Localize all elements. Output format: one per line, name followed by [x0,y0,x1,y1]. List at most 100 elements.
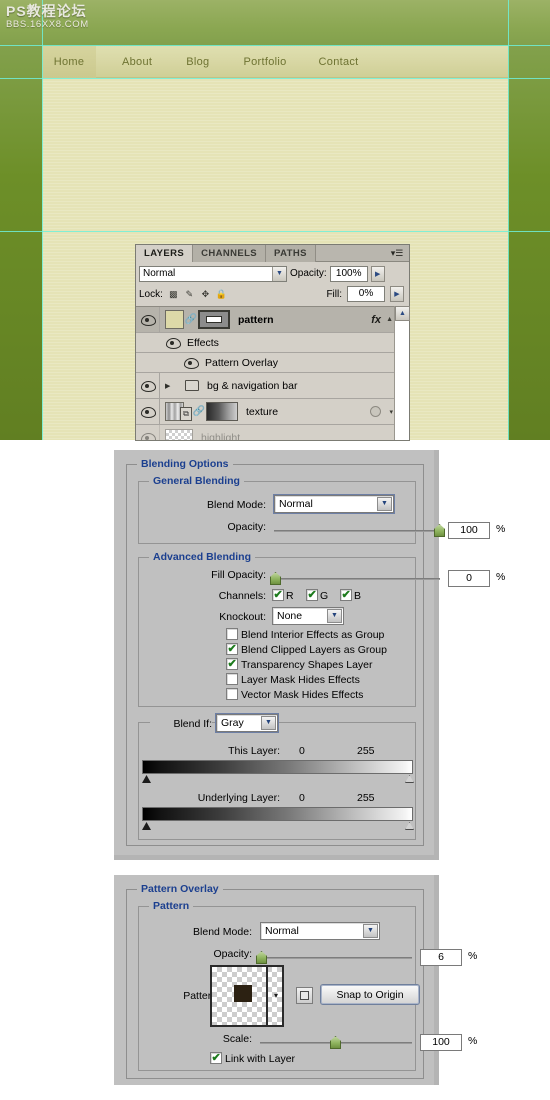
tab-channels[interactable]: CHANNELS [193,245,267,262]
layer-visibility-toggle[interactable] [136,425,160,440]
channel-b-checkbox[interactable] [340,588,352,601]
underlying-layer-min: 0 [299,792,305,804]
transparency-shapes-layer-checkbox[interactable] [226,657,238,670]
chevron-down-icon[interactable]: ▾ [274,991,278,1000]
pattern-swatch-preview[interactable] [210,965,284,1027]
layers-panel-scrollbar[interactable]: ▲ [394,306,410,440]
eye-icon [141,407,156,418]
opacity-slider-track[interactable] [260,957,412,959]
eye-icon[interactable] [166,338,181,349]
underlying-layer-max: 255 [357,792,375,804]
opacity-slider-arrow-icon[interactable]: ▶ [370,265,385,282]
chevron-down-icon[interactable]: ▾ [389,408,393,416]
chevron-down-icon[interactable]: ▼ [377,497,392,511]
blend-interior-effects-checkbox[interactable] [226,628,238,640]
layer-name[interactable]: pattern [230,314,274,326]
new-preset-icon[interactable] [296,987,313,1004]
chevron-right-icon[interactable]: ▶ [165,382,177,390]
layer-mask-hides-effects-checkbox[interactable] [226,673,238,685]
layer-name[interactable]: texture [238,406,278,418]
table-row[interactable]: Pattern Overlay [136,353,409,373]
fill-input[interactable]: 0% [347,286,385,302]
layer-thumbnail[interactable] [165,310,184,329]
opacity-input[interactable]: 100% [329,265,368,282]
layer-fx-icon[interactable]: fx [371,314,381,326]
move-lock-icon[interactable]: ✥ [200,288,211,300]
group-visibility-toggle[interactable] [136,373,160,398]
blend-mode-select[interactable]: Normal ▼ [260,922,380,940]
fill-slider-arrow-icon[interactable]: ▶ [390,286,404,302]
mockup-nav-item-blog[interactable]: Blog [162,46,219,78]
layer-visibility-toggle[interactable] [136,399,160,424]
layer-visibility-toggle[interactable] [136,307,160,332]
eye-icon[interactable] [184,358,199,369]
layer-group-name[interactable]: bg & navigation bar [199,380,297,392]
layer-mask-thumbnail[interactable] [198,310,230,329]
table-row[interactable]: highlight [136,425,409,440]
chevron-down-icon[interactable]: ▼ [363,924,378,938]
chevron-down-icon[interactable]: ▼ [272,266,286,281]
effect-visibility-toggle[interactable] [136,353,160,372]
layer-mask-thumbnail[interactable] [206,402,238,421]
this-layer-label: This Layer: [228,745,280,757]
general-blending-title: General Blending [149,475,244,487]
transparency-lock-icon[interactable]: ▩ [168,288,179,300]
fill-opacity-input[interactable]: 0 [448,570,490,587]
layer-thumbnail[interactable] [165,429,193,440]
opacity-input[interactable]: 100 [448,522,490,539]
channel-r-checkbox[interactable] [272,588,284,601]
tab-paths[interactable]: PATHS [266,245,316,262]
snap-to-origin-button[interactable]: Snap to Origin [320,984,420,1005]
mockup-nav-item-contact[interactable]: Contact [297,46,369,78]
chevron-up-icon[interactable]: ▲ [386,316,393,323]
folder-icon [185,380,199,391]
blend-mode-select[interactable]: Normal ▼ [273,494,395,514]
channels-label: Channels: [218,590,266,602]
blend-mode-select[interactable]: Normal ▼ [139,265,287,282]
channel-g-checkbox[interactable] [306,588,318,601]
fill-opacity-label: Fill Opacity: [211,569,266,581]
blend-clipped-layers-checkbox[interactable] [226,642,238,655]
chevron-down-icon[interactable]: ▼ [261,716,276,730]
table-row[interactable]: ▶ bg & navigation bar [136,373,409,399]
opacity-slider-track[interactable] [274,530,440,532]
scale-input[interactable]: 100 [420,1034,462,1051]
chevron-down-icon[interactable]: ▼ [327,609,342,623]
panel-menu-icon[interactable]: ▾☰ [388,247,406,260]
brush-lock-icon[interactable]: ✎ [184,288,195,300]
effects-visibility-toggle[interactable] [136,333,160,352]
lock-all-icon[interactable]: 🔒 [216,288,227,300]
fill-opacity-slider-track[interactable] [274,578,440,580]
mockup-nav-item-about[interactable]: About [96,46,162,78]
mockup-nav-item-portfolio[interactable]: Portfolio [219,46,296,78]
table-row[interactable]: 🔗 pattern fx ▲ [136,307,409,333]
this-layer-gradient-ramp [142,760,413,774]
scroll-up-icon[interactable]: ▲ [395,306,410,321]
layer-thumbnails: 🔗 [160,310,230,329]
eye-icon [141,315,156,326]
layer-name[interactable]: highlight [193,432,240,441]
channel-r-label: R [286,590,294,602]
opacity-input[interactable]: 6 [420,949,462,966]
pattern-swatch-divider [266,967,268,1025]
link-with-layer-checkbox[interactable] [210,1051,222,1064]
link-icon[interactable]: 🔗 [185,312,197,328]
blend-if-select[interactable]: Gray ▼ [215,713,279,733]
clipping-mask-icon: ⧉ [180,407,192,421]
mockup-nav-item-home[interactable]: Home [42,46,96,78]
link-icon[interactable]: 🔗 [193,404,205,420]
pattern-overlay-title: Pattern Overlay [137,883,223,895]
blend-mode-label: Blend Mode: [207,499,266,511]
watermark-line-1: PS教程论坛 [6,3,87,19]
effects-label: Effects [187,336,219,349]
tab-layers[interactable]: LAYERS [136,245,194,262]
blend-clipped-layers-label: Blend Clipped Layers as Group [241,644,387,656]
channel-b-label: B [354,590,362,602]
effect-name[interactable]: Pattern Overlay [197,357,278,369]
knockout-select[interactable]: None ▼ [272,607,344,625]
vector-mask-hides-effects-checkbox[interactable] [226,688,238,700]
this-layer-min: 0 [299,745,305,757]
table-row[interactable]: ⧉ 🔗 texture ▾ [136,399,409,425]
blend-interior-effects-label: Blend Interior Effects as Group [241,629,385,641]
table-row[interactable]: Effects [136,333,409,353]
